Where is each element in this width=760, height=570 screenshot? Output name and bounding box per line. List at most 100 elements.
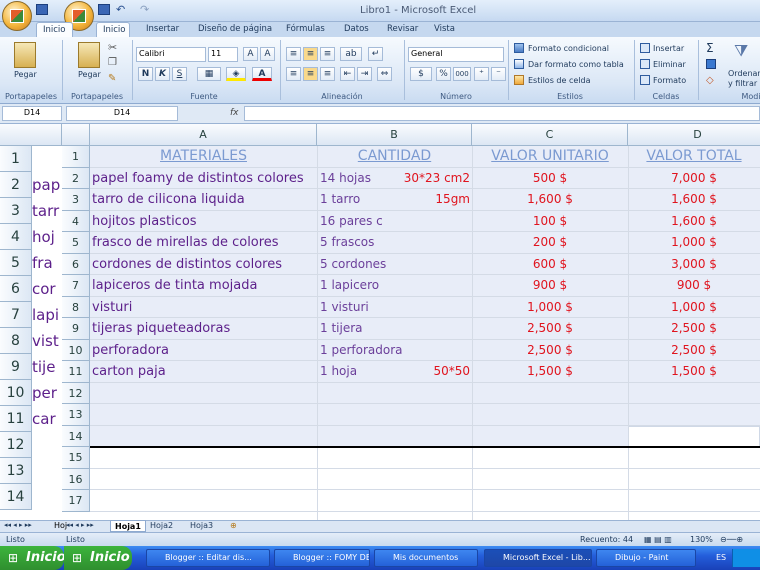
back-row-header[interactable]: 5 (0, 250, 32, 276)
cell-material[interactable]: visturi (92, 297, 315, 319)
shrink-font-icon[interactable]: A (260, 47, 275, 61)
header-cell-c[interactable]: VALOR UNITARIO (472, 146, 628, 168)
percent-button[interactable]: % (436, 67, 451, 81)
cell-material[interactable]: hojitos plasticos (92, 211, 315, 233)
back-row-header[interactable]: 8 (0, 328, 32, 354)
task-paint[interactable]: Dibujo - Paint (596, 549, 696, 567)
back-cell[interactable]: car (32, 406, 62, 432)
select-all[interactable] (62, 124, 90, 146)
spreadsheet-grid[interactable]: 1 2 pap 3 tarr 4 hoj 5 fra 6 cor 7 lapi 8 vist 9 tije 10 p… (0, 124, 760, 520)
back-row-header[interactable]: 6 (0, 276, 32, 302)
cell-valor-total[interactable]: 7,000 $ (628, 168, 760, 190)
underline-button[interactable]: S (172, 67, 187, 81)
merge-center-icon[interactable]: ⇔ (377, 67, 392, 81)
align-left-icon[interactable]: ≡ (286, 67, 301, 81)
row-header[interactable]: 3 (62, 189, 90, 211)
cell-material[interactable]: tarro de cilicona liquida (92, 189, 315, 211)
row-header[interactable]: 11 (62, 361, 90, 383)
column-header-c[interactable]: C (472, 124, 628, 146)
view-buttons-icon[interactable]: ▦ ▤ ▥ (644, 535, 672, 544)
back-cell[interactable]: fra (32, 250, 62, 276)
back-cell[interactable]: tije (32, 354, 62, 380)
cell-material[interactable]: carton paja (92, 361, 315, 383)
number-format-box[interactable]: General (408, 47, 504, 62)
back-cell[interactable]: lapi (32, 302, 62, 328)
wrap-text-icon[interactable]: ↵ (368, 47, 383, 61)
row-header[interactable]: 17 (62, 490, 90, 512)
align-top-icon[interactable]: ≡ (286, 47, 301, 61)
cell-cantidad[interactable]: 1 tijera (320, 318, 420, 340)
cell-valor-unitario[interactable]: 1,000 $ (472, 297, 628, 319)
row-header[interactable]: 13 (62, 404, 90, 426)
cell-valor-total[interactable]: 1,000 $ (628, 232, 760, 254)
row-header[interactable]: 1 (62, 146, 90, 168)
align-center-icon[interactable]: ≡ (303, 67, 318, 81)
sheet-tab-hoja1[interactable]: Hoja1 (110, 520, 146, 532)
save-icon-back[interactable] (36, 4, 48, 15)
cell-material[interactable]: perforadora (92, 340, 315, 362)
cell-cantidad[interactable]: 1 visturi (320, 297, 420, 319)
header-cell-a[interactable]: MATERIALES (90, 146, 317, 168)
tab-formulas[interactable]: Fórmulas (280, 22, 331, 37)
row-header[interactable]: 14 (62, 425, 90, 447)
format-as-table-button[interactable]: Dar formato como tabla (528, 60, 624, 69)
row-header[interactable]: 5 (62, 232, 90, 254)
cell-valor-unitario[interactable]: 200 $ (472, 232, 628, 254)
task-blogger-2[interactable]: Blogger :: FOMY DE... (274, 549, 370, 567)
row-header[interactable]: 15 (62, 447, 90, 469)
conditional-format-button[interactable]: Formato condicional (528, 44, 609, 53)
cell-valor-unitario[interactable]: 2,500 $ (472, 318, 628, 340)
name-box[interactable]: D14 (66, 106, 178, 121)
cell-valor-unitario[interactable]: 1,600 $ (472, 189, 628, 211)
cell-valor-unitario[interactable]: 900 $ (472, 275, 628, 297)
insert-button[interactable]: Insertar (653, 44, 684, 53)
sort-filter-icon[interactable]: ⧩ (734, 41, 748, 61)
tab-diseno-pagina[interactable]: Diseño de página (192, 22, 278, 37)
cell-valor-unitario[interactable]: 2,500 $ (472, 340, 628, 362)
row-header[interactable]: 2 (62, 167, 90, 189)
undo-icon[interactable]: ↶ (116, 3, 125, 16)
cell-valor-total[interactable]: 1,500 $ (628, 361, 760, 383)
align-bottom-icon[interactable]: ≡ (320, 47, 335, 61)
back-cell[interactable] (32, 458, 62, 484)
format-button[interactable]: Formato (653, 76, 686, 85)
grow-font-icon[interactable]: A (243, 47, 258, 61)
fx-icon[interactable]: fx (230, 108, 239, 118)
align-middle-icon[interactable]: ≡ (303, 47, 318, 61)
orientation-icon[interactable]: ab (340, 47, 362, 61)
autosum-icon[interactable]: Σ (706, 41, 714, 55)
back-row-header[interactable]: 4 (0, 224, 32, 250)
cell-valor-unitario[interactable]: 500 $ (472, 168, 628, 190)
back-cell[interactable]: vist (32, 328, 62, 354)
back-cell[interactable]: cor (32, 276, 62, 302)
back-cell[interactable]: tarr (32, 198, 62, 224)
fill-color-icon[interactable]: ◈ (226, 67, 246, 81)
sort-label[interactable]: Ordenar (728, 69, 760, 78)
cell-cantidad[interactable]: 1 lapicero (320, 275, 420, 297)
header-cell-d[interactable]: VALOR TOTAL (628, 146, 760, 168)
back-cell[interactable]: pap (32, 172, 62, 198)
row-header[interactable]: 10 (62, 339, 90, 361)
cell-area[interactable]: MATERIALES CANTIDAD VALOR UNITARIO VALOR TO… (90, 146, 760, 520)
language-indicator[interactable]: ES (716, 553, 726, 562)
tab-inicio-back[interactable]: Inicio (36, 22, 73, 37)
redo-icon[interactable]: ↷ (140, 3, 149, 16)
paste-button-back[interactable]: Pegar (14, 70, 37, 79)
back-cell[interactable]: per (32, 380, 62, 406)
back-row-header[interactable]: 3 (0, 198, 32, 224)
cell-valor-total[interactable]: 1,600 $ (628, 189, 760, 211)
row-header[interactable]: 4 (62, 210, 90, 232)
task-documents[interactable]: Mis documentos (374, 549, 478, 567)
italic-button[interactable]: K (155, 67, 170, 81)
column-header-a[interactable]: A (90, 124, 317, 146)
tab-datos[interactable]: Datos (338, 22, 375, 37)
delete-button[interactable]: Eliminar (653, 60, 686, 69)
row-header[interactable]: 8 (62, 296, 90, 318)
row-header[interactable]: 12 (62, 382, 90, 404)
font-name-box[interactable]: Calibri (136, 47, 206, 62)
back-row-header[interactable]: 9 (0, 354, 32, 380)
scissors-icon[interactable]: ✂ (108, 41, 117, 54)
task-blogger-1[interactable]: Blogger :: Editar dis... (146, 549, 270, 567)
copy-icon[interactable]: ❐ (108, 57, 117, 68)
cell-valor-unitario[interactable]: 600 $ (472, 254, 628, 276)
